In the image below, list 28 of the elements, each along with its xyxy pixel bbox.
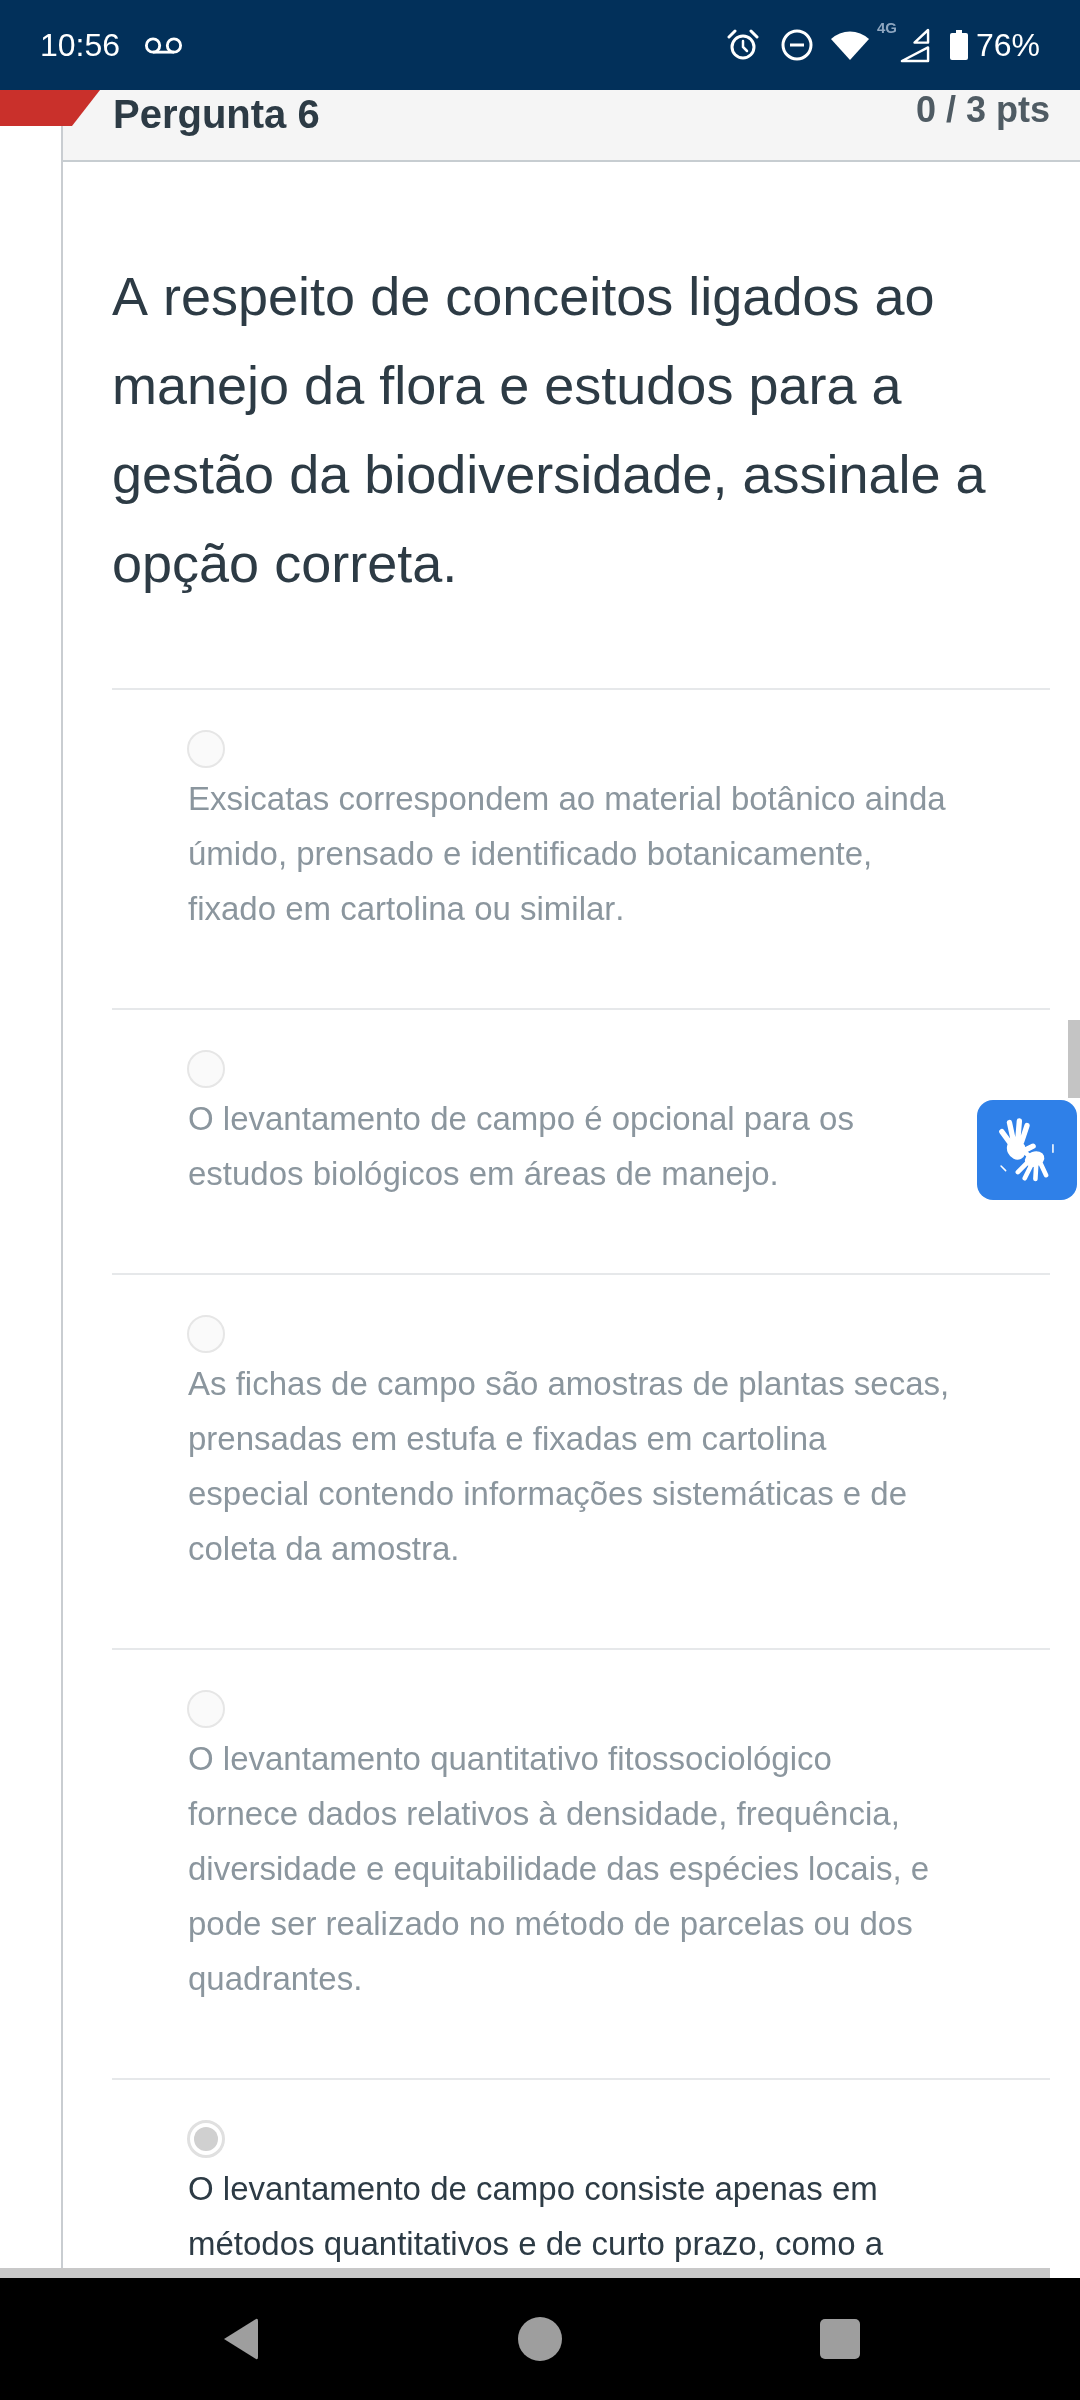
alarm-icon — [726, 29, 759, 61]
signal-icon — [898, 27, 930, 63]
network-type: 4G — [876, 19, 897, 35]
scrollbar-thumb[interactable] — [1068, 1020, 1080, 1098]
clock-time: 10:56 — [40, 29, 121, 61]
wifi-icon — [830, 30, 869, 60]
answer-text: O levantamento de campo consiste apenas em métodos quantitativos e de curto prazo, como a — [188, 2169, 885, 2264]
question-title: Pergunta 6 — [113, 91, 320, 138]
radio-button[interactable] — [187, 1690, 225, 1728]
points-score: 0 / 3 pts — [915, 90, 1050, 130]
sign-language-button[interactable] — [977, 1100, 1077, 1200]
home-icon[interactable] — [518, 2317, 562, 2361]
battery-icon — [949, 30, 968, 60]
radio-button[interactable] — [187, 1315, 225, 1353]
answer-text: As fichas de campo são amostras de plantas secas, prensadas em estufa e fixadas em cartolina especial contendo informações sistemáticas e de coleta da amostra. — [188, 1364, 950, 1569]
answer-text: Exsicatas correspondem ao material botânico ainda úmido, prensado e identificado botanicamente, fixado em cartolina ou similar. — [188, 779, 947, 929]
hands-icon — [998, 1117, 1056, 1183]
battery-percent: 76% — [975, 29, 1040, 61]
answer-text: O levantamento quantitativo fitossociológico fornece dados relativos à densidade, frequência, diversidade e equitabilidade das espécies locais, e pode ser realizado no método de parcelas ou dos quadrantes. — [188, 1739, 931, 1999]
recents-icon[interactable] — [820, 2319, 860, 2359]
question-text: A respeito de conceitos ligados ao manejo da flora e estudos para a gestão da biodiversidade, assinale a opção correta. — [112, 265, 987, 595]
answer-text: O levantamento de campo é opcional para os estudos biológicos em áreas de manejo. — [188, 1099, 855, 1194]
radio-button[interactable] — [187, 1050, 225, 1088]
voicemail-icon — [144, 35, 184, 55]
do-not-disturb-icon — [780, 29, 813, 61]
radio-button[interactable] — [187, 730, 225, 768]
radio-button[interactable] — [187, 2120, 225, 2158]
horizontal-scrollbar[interactable] — [0, 2268, 1050, 2278]
